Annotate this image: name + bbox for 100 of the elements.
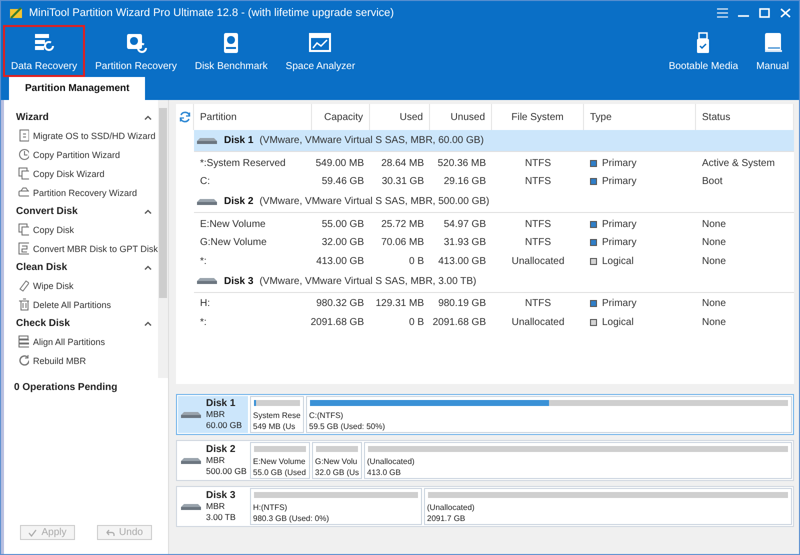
partition-label: (Unallocated) [367,456,416,467]
toolbar-button[interactable]: Partition Recovery [87,25,185,77]
collapse-icon[interactable] [144,209,152,214]
disk-name: Disk 1 [224,135,254,146]
sidebar-item[interactable]: Copy Disk Wizard [16,164,158,183]
disk-map-row[interactable]: Disk 3 MBR 3.00 TB H:(NTFS) 980.3 GB (Used: 0%) (Unallocated) 2091.7 GB [176,486,794,527]
refresh-icon[interactable] [178,111,190,123]
table-cell-text: 70.06 MB [380,236,425,250]
partition-size: 413.0 GB [367,467,402,478]
table-cell-text: 30.31 GB [380,175,425,190]
check-icon [28,528,38,536]
table-cell: Primary [602,218,636,230]
refresh-icon [18,354,29,367]
partition-block[interactable]: C:(NTFS) 59.5 GB (Used: 50%) [306,396,792,433]
hard-drive-icon [180,456,202,464]
table-cell-text: None [701,236,727,250]
clock-icon [18,148,29,161]
table-cell-text: Active & System [701,156,776,171]
sidebar-item[interactable]: Copy Disk [16,220,158,239]
table-cell-text: NTFS [524,236,552,250]
table-cell-text: 32.00 GB [320,236,365,250]
copy-icon [18,167,29,180]
menu-icon[interactable] [717,8,728,18]
table-cell-text: 413.00 GB [315,254,365,269]
table-cell-text: H: [199,297,211,312]
collapse-icon[interactable] [144,265,152,270]
window-title: MiniTool Partition Wizard Pro Ultimate 12.8 - (with lifetime upgrade service) [29,7,394,19]
collapse-icon[interactable] [144,115,152,120]
toolbar-button[interactable]: Data Recovery [3,25,86,77]
maximize-icon[interactable] [759,8,770,18]
sidebar-item[interactable]: Migrate OS to SSD/HD Wizard [16,126,158,145]
table-cell-text: Unallocated [510,316,566,330]
partition-block[interactable]: (Unallocated) 413.0 GB [364,442,792,479]
sidebar-item[interactable]: Rebuild MBR [16,351,158,370]
table-cell-text: 2091.68 GB [432,316,487,330]
disk-row[interactable]: Disk 3 (VMware, VMware Virtual S SAS, MBR, 3.00 TB) [194,270,794,292]
table-cell-text: G:New Volume [199,236,268,250]
table-cell-text: NTFS [524,156,552,171]
sidebar-item[interactable]: Delete All Partitions [16,295,158,314]
partition-block[interactable]: G:New Volu 32.0 GB (Us [312,442,362,479]
partition-block[interactable]: (Unallocated) 2091.7 GB [424,488,792,525]
partition-label: G:New Volu [315,456,358,467]
table-cell-text: 980.19 GB [437,297,487,312]
partition-block[interactable]: H:(NTFS) 980.3 GB (Used: 0%) [250,488,422,525]
toolbar-button[interactable]: Bootable Media [660,25,746,77]
table-cell-text: 31.93 GB [442,236,487,250]
table-cell-text: None [701,218,727,232]
table-cell-text: 980.32 GB [315,297,365,312]
disk-name: Disk 3 [224,276,254,286]
sidebar-item[interactable]: Wipe Disk [16,276,158,295]
table-cell-text: 520.36 MB [436,156,487,171]
table-cell-text: 413.00 GB [437,254,487,269]
disk-size: 500.00 GB [206,466,247,477]
table-cell-text: Unallocated [510,254,566,269]
disk-details: (VMware, VMware Virtual S SAS, MBR, 60.00 GB) [259,135,484,146]
document-icon [18,129,29,142]
collapse-icon[interactable] [144,321,152,326]
disk-scheme: MBR [206,455,226,466]
table-cell-text: 59.46 GB [320,175,365,190]
toolbar-button[interactable]: Manual [748,25,797,77]
table-cell-text: 29.16 GB [442,175,487,190]
disk-name: Disk 2 [224,196,254,207]
disk-row[interactable]: Disk 1 (VMware, VMware Virtual S SAS, MBR, 60.00 GB) [194,130,794,152]
disk-scheme: MBR [206,501,226,512]
disk-name: Disk 2 [206,444,236,455]
toolbar-button[interactable]: Disk Benchmark [186,25,276,77]
scrollbar-thumb[interactable] [159,108,167,298]
table-cell-text: C: [199,175,211,190]
partition-label: System Rese [253,410,301,421]
copy-icon [18,223,29,236]
close-icon[interactable] [780,8,791,18]
table-cell: Logical [602,316,634,328]
table-cell-text: 549.00 MB [314,156,365,171]
table-cell-text: None [701,316,727,330]
disk-row[interactable]: Disk 2 (VMware, VMware Virtual S SAS, MBR, 500.00 GB) [194,191,794,213]
sidebar-item[interactable]: Convert MBR Disk to GPT Disk [16,239,158,258]
table-cell-text: NTFS [524,175,552,190]
partition-label: C:(NTFS) [309,410,344,421]
partition-size: 2091.7 GB [427,513,466,524]
partition-size: 549 MB (Us [253,421,296,432]
sidebar-item[interactable]: Align All Partitions [16,332,158,351]
sidebar-item[interactable]: Copy Partition Wizard [16,145,158,164]
table-cell-text: E:New Volume [199,218,267,232]
disk-map-row[interactable]: Disk 2 MBR 500.00 GB E:New Volume 55.0 GB (Used G:New Volu 32.0 GB (Us (Unallocated) 413.0 GB [176,440,794,481]
disk-map-row[interactable]: Disk 1 MBR 60.00 GB System Rese 549 MB (Us C:(NTFS) 59.5 GB (Used: 50%) [176,394,794,435]
tab[interactable]: Partition Management [9,77,146,100]
partition-block[interactable]: E:New Volume 55.0 GB (Used [250,442,310,479]
eraser-icon [18,279,29,292]
partition-label: (Unallocated) [427,502,476,513]
hard-drive-icon [196,198,218,206]
undo-icon [106,528,116,536]
table-cell-text: 54.97 GB [442,218,487,232]
disk-details: (VMware, VMware Virtual S SAS, MBR, 3.00 TB) [259,276,476,286]
partition-block[interactable]: System Rese 549 MB (Us [250,396,304,433]
table-cell: Primary [602,298,636,310]
sidebar-item[interactable]: Partition Recovery Wizard [16,183,158,202]
toolbar-button[interactable]: Space Analyzer [278,25,364,77]
drive-icon [18,186,29,199]
hard-drive-icon [180,410,202,418]
table-cell-text: NTFS [524,218,552,232]
